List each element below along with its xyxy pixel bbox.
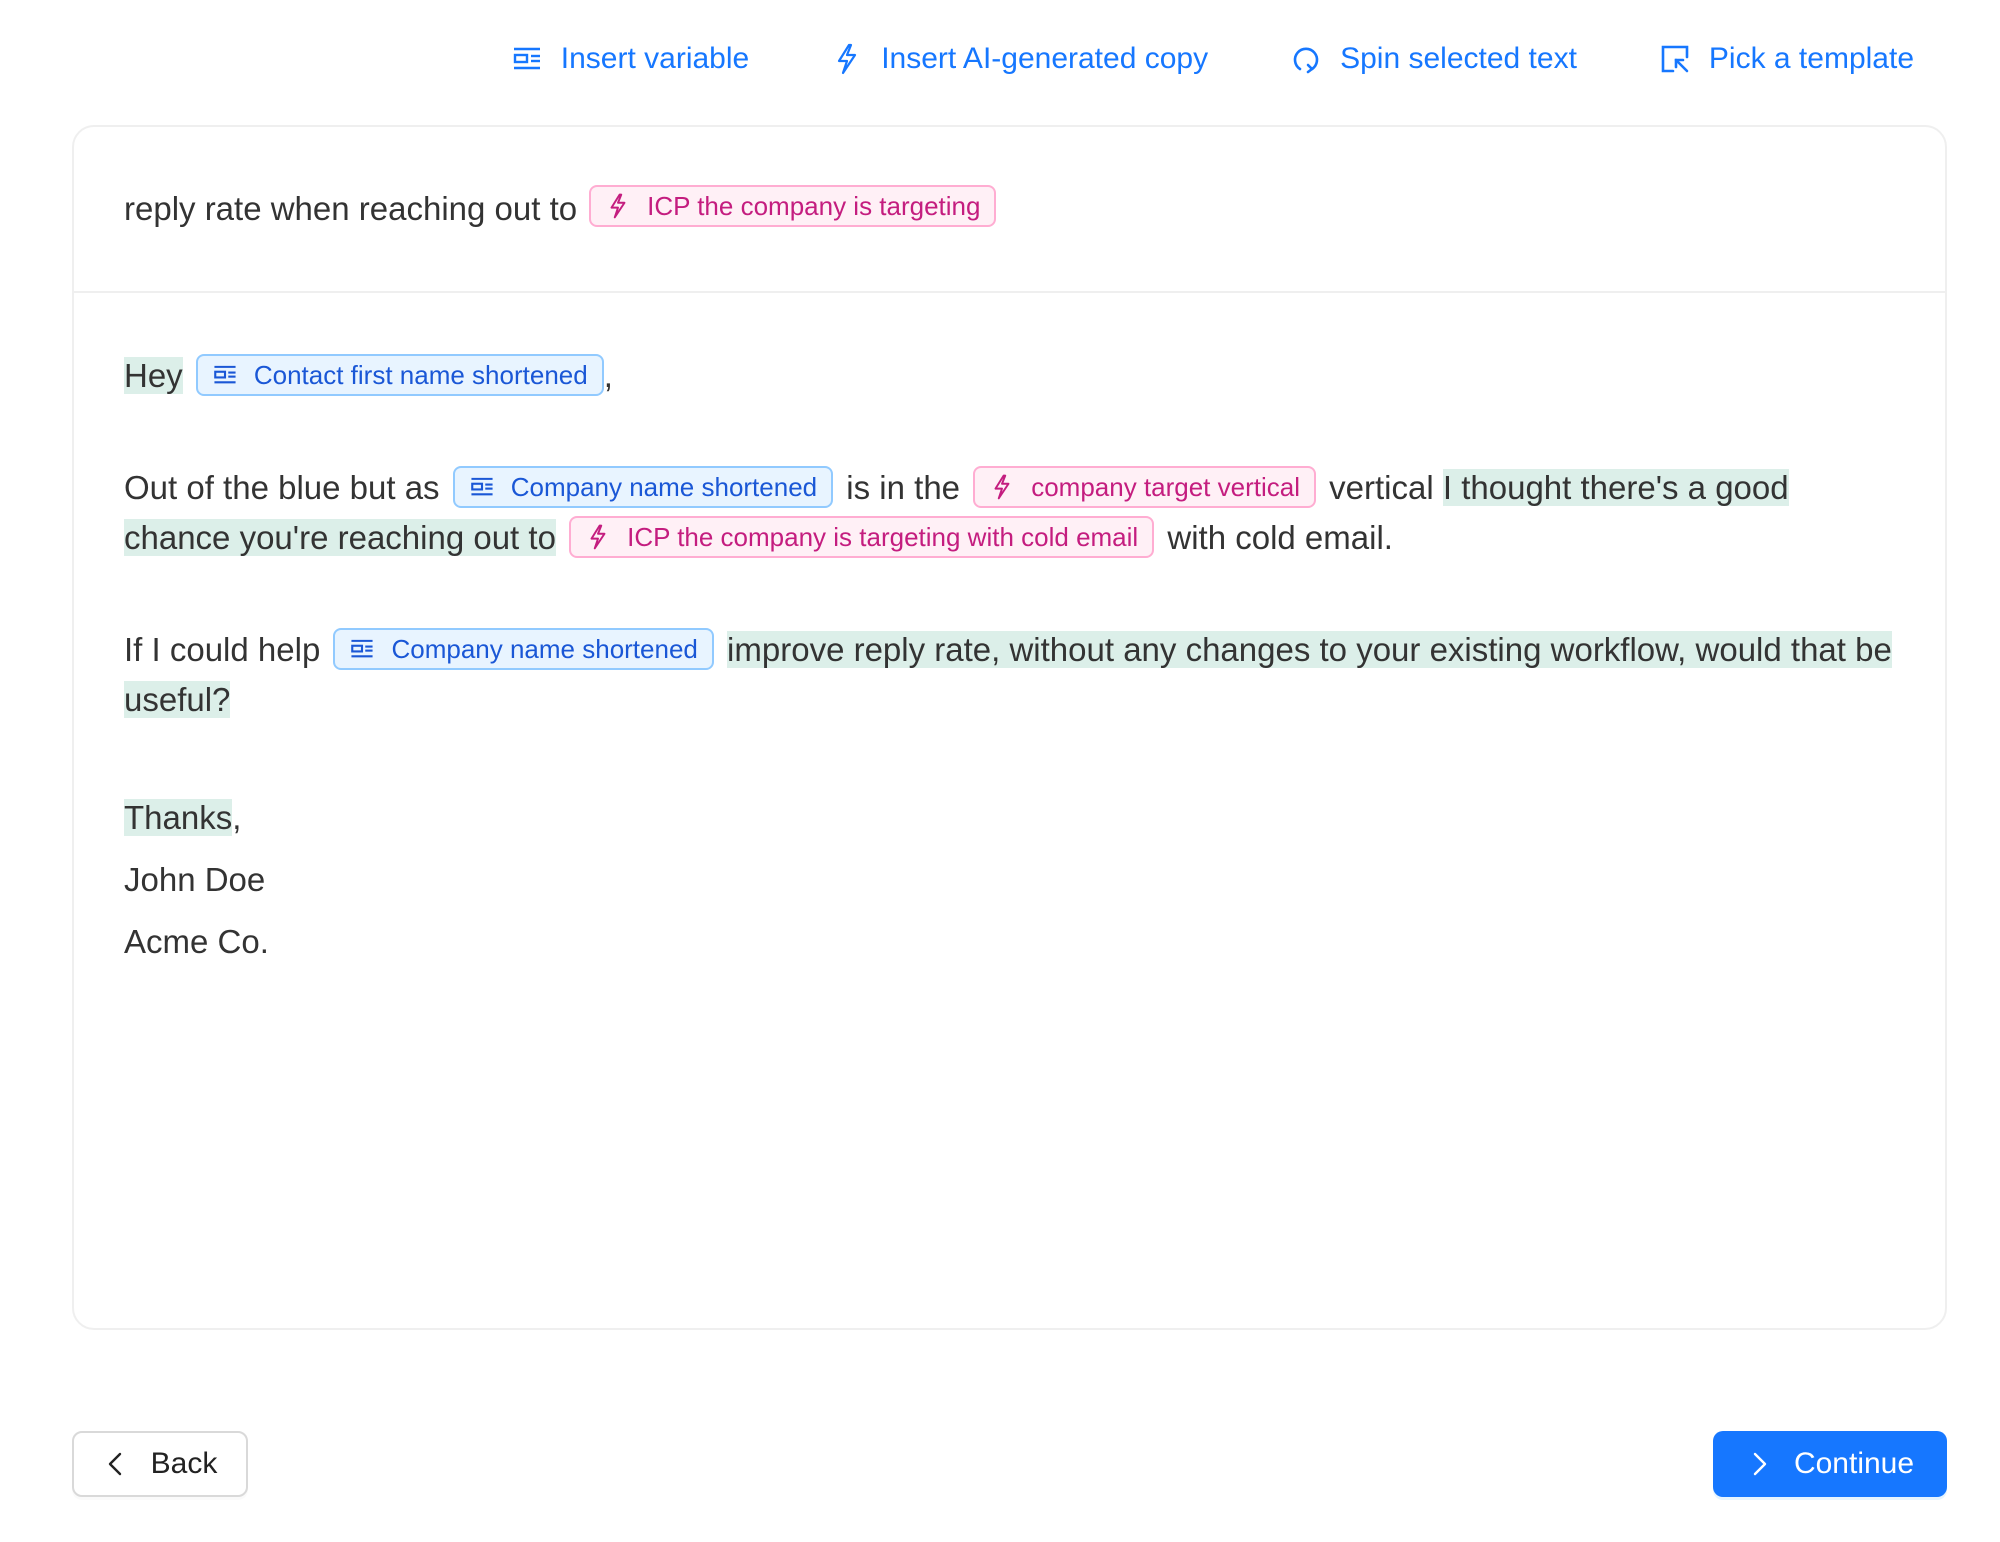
back-label: Back — [150, 1447, 218, 1480]
back-button[interactable]: Back — [72, 1431, 248, 1497]
variable-icon — [470, 478, 493, 496]
para1-text-5: with cold email. — [1167, 519, 1393, 556]
ai-chip-target-vertical[interactable]: company target vertical — [973, 466, 1316, 509]
spin-text-button[interactable]: Spin selected text — [1290, 42, 1577, 76]
variable-chip-label: Contact first name shortened — [253, 360, 588, 391]
variable-icon — [351, 640, 374, 658]
lightning-icon — [590, 524, 606, 550]
signoff-line: Thanks, — [124, 787, 1895, 849]
pick-template-button[interactable]: Pick a template — [1659, 42, 1914, 76]
insert-ai-copy-button[interactable]: Insert AI-generated copy — [831, 42, 1208, 76]
variable-icon — [214, 366, 236, 384]
signoff-thanks: Thanks — [124, 799, 233, 836]
signoff-comma: , — [232, 799, 242, 836]
ai-chip-label: ICP the company is targeting with cold e… — [627, 522, 1139, 553]
signature-company: Acme Co. — [124, 923, 269, 960]
signature-name: John Doe — [124, 861, 266, 898]
lightning-icon — [610, 193, 626, 219]
variable-chip-label: Company name shortened — [510, 472, 818, 503]
template-select-icon — [1661, 45, 1689, 73]
variable-chip-company-name[interactable]: Company name shortened — [452, 466, 834, 509]
pick-template-label: Pick a template — [1708, 42, 1914, 75]
variable-icon — [513, 47, 540, 70]
greeting-paragraph: Hey Contact first name shortened , — [124, 351, 1895, 401]
continue-button[interactable]: Continue — [1713, 1431, 1947, 1497]
chevron-left-icon — [108, 1452, 121, 1476]
variable-chip-label: Company name shortened — [391, 634, 698, 665]
chevron-right-icon — [1753, 1452, 1767, 1476]
lightning-icon — [838, 43, 857, 75]
para1-text-2: is in the — [846, 469, 961, 506]
greeting-comma: , — [603, 357, 613, 394]
para2-text-1: If I could help — [124, 631, 321, 668]
variable-chip-company-name[interactable]: Company name shortened — [333, 628, 714, 671]
email-editor-card: reply rate when reaching out to ICP the … — [72, 125, 1947, 1330]
ai-chip-label: company target vertical — [1031, 472, 1300, 503]
ai-chip-label: ICP the company is targeting — [647, 191, 981, 221]
para1-text-3: vertical — [1329, 469, 1434, 506]
para1-text-1: Out of the blue but as — [124, 469, 440, 506]
insert-ai-copy-label: Insert AI-generated copy — [881, 42, 1209, 75]
greeting-text: Hey — [124, 357, 183, 394]
ai-chip-icp-cold-email[interactable]: ICP the company is targeting with cold e… — [569, 516, 1155, 559]
ai-chip-icp[interactable]: ICP the company is targeting — [589, 185, 997, 227]
lightning-icon — [994, 474, 1010, 500]
insert-variable-label: Insert variable — [560, 42, 750, 75]
insert-variable-button[interactable]: Insert variable — [511, 42, 749, 76]
subject-line[interactable]: reply rate when reaching out to ICP the … — [74, 127, 1945, 293]
paragraph-2: If I could help Company name shortened i… — [124, 625, 1895, 725]
paragraph-1: Out of the blue but as Company name shor… — [124, 463, 1895, 563]
subject-text: reply rate when reaching out to — [124, 190, 578, 227]
continue-label: Continue — [1793, 1447, 1915, 1480]
variable-chip-contact-first-name[interactable]: Contact first name shortened — [195, 354, 604, 397]
email-body[interactable]: Hey Contact first name shortened , Out o… — [74, 293, 1945, 973]
spin-icon — [1293, 47, 1319, 74]
editor-toolbar: Insert variable Insert AI-generated copy… — [429, 42, 1914, 76]
spin-text-label: Spin selected text — [1340, 42, 1577, 75]
